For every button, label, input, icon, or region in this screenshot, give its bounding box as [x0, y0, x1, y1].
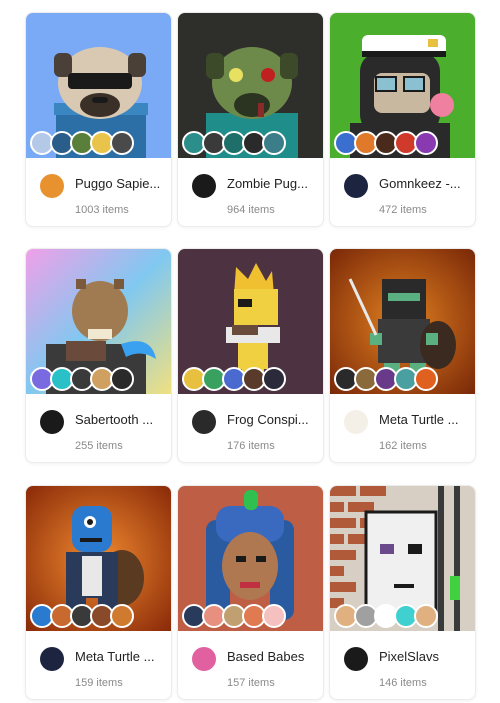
owner-avatar[interactable] — [262, 604, 286, 628]
owner-avatars — [334, 367, 438, 391]
owner-avatars — [30, 604, 134, 628]
collection-name: Meta Turtle ... — [75, 649, 155, 664]
owner-avatar[interactable] — [414, 367, 438, 391]
collection-card[interactable]: Meta Turtle ... 162 items — [329, 248, 476, 463]
owner-avatar[interactable] — [110, 131, 134, 155]
collection-artwork — [330, 249, 475, 394]
collection-name: Puggo Sapie... — [75, 176, 161, 191]
item-count: 159 items — [75, 677, 123, 689]
collection-artwork — [330, 13, 475, 158]
collection-name: PixelSlavs — [379, 649, 439, 664]
owner-avatars — [182, 367, 286, 391]
collection-card[interactable]: Meta Turtle ... 159 items — [25, 485, 172, 700]
owner-avatar[interactable] — [110, 604, 134, 628]
collection-logo-icon — [192, 410, 216, 434]
item-count: 157 items — [227, 677, 275, 689]
collection-logo-icon — [192, 174, 216, 198]
collection-logo-icon — [344, 410, 368, 434]
collection-name: Based Babes — [227, 649, 305, 664]
item-count: 176 items — [227, 440, 275, 452]
collection-artwork — [26, 249, 171, 394]
item-count: 146 items — [379, 677, 427, 689]
owner-avatar[interactable] — [414, 131, 438, 155]
item-count: 964 items — [227, 204, 275, 216]
owner-avatars — [334, 604, 438, 628]
collection-name: Zombie Pug... — [227, 176, 308, 191]
collection-logo-icon — [192, 647, 216, 671]
collection-artwork — [26, 486, 171, 631]
collection-artwork — [178, 486, 323, 631]
collection-grid: Puggo Sapie... 1003 items Zombie Pug... … — [0, 0, 500, 703]
collection-logo-icon — [40, 410, 64, 434]
collection-card[interactable]: Sabertooth ... 255 items — [25, 248, 172, 463]
collection-card[interactable]: Frog Conspi... 176 items — [177, 248, 324, 463]
collection-card[interactable]: Gomnkeez -... 472 items — [329, 12, 476, 227]
owner-avatars — [30, 367, 134, 391]
owner-avatar[interactable] — [414, 604, 438, 628]
owner-avatar[interactable] — [110, 367, 134, 391]
collection-card[interactable]: Zombie Pug... 964 items — [177, 12, 324, 227]
collection-logo-icon — [40, 647, 64, 671]
item-count: 472 items — [379, 204, 427, 216]
collection-name: Sabertooth ... — [75, 412, 154, 427]
collection-logo-icon — [344, 174, 368, 198]
collection-artwork — [178, 249, 323, 394]
owner-avatar[interactable] — [262, 131, 286, 155]
collection-name: Gomnkeez -... — [379, 176, 461, 191]
collection-card[interactable]: Based Babes 157 items — [177, 485, 324, 700]
owner-avatars — [182, 131, 286, 155]
item-count: 1003 items — [75, 204, 129, 216]
owner-avatars — [30, 131, 134, 155]
collection-artwork — [330, 486, 475, 631]
owner-avatar[interactable] — [262, 367, 286, 391]
item-count: 162 items — [379, 440, 427, 452]
collection-name: Frog Conspi... — [227, 412, 309, 427]
collection-card[interactable]: Puggo Sapie... 1003 items — [25, 12, 172, 227]
collection-logo-icon — [40, 174, 64, 198]
item-count: 255 items — [75, 440, 123, 452]
owner-avatars — [334, 131, 438, 155]
collection-name: Meta Turtle ... — [379, 412, 459, 427]
collection-artwork — [26, 13, 171, 158]
owner-avatars — [182, 604, 286, 628]
collection-logo-icon — [344, 647, 368, 671]
collection-artwork — [178, 13, 323, 158]
collection-card[interactable]: PixelSlavs 146 items — [329, 485, 476, 700]
